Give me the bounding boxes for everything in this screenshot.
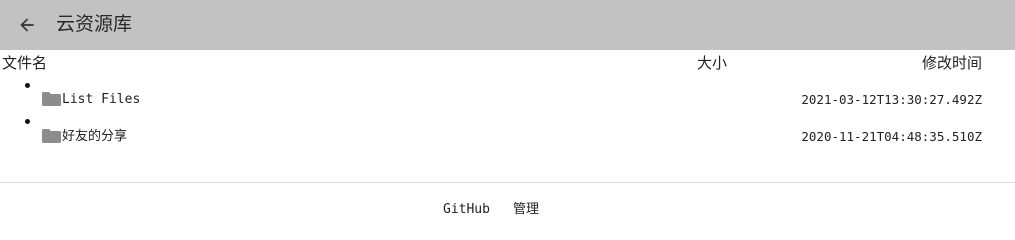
admin-link[interactable]: 管理: [513, 201, 539, 219]
column-header-name[interactable]: 文件名: [2, 52, 47, 73]
file-modified-time: 2020-11-21T04:48:35.510Z: [801, 129, 982, 144]
list-item[interactable]: List Files 2021-03-12T13:30:27.492Z: [42, 91, 992, 109]
page-title: 云资源库: [56, 13, 133, 35]
column-header-modified[interactable]: 修改时间: [922, 52, 982, 73]
github-link[interactable]: GitHub: [443, 201, 490, 219]
arrow-left-icon: [20, 18, 34, 32]
footer-divider: [0, 182, 1015, 183]
column-header-size[interactable]: 大小: [697, 52, 727, 73]
file-name[interactable]: List Files: [62, 91, 140, 109]
back-button[interactable]: [14, 12, 40, 38]
file-modified-time: 2021-03-12T13:30:27.492Z: [801, 92, 982, 107]
list-bullet: [25, 83, 30, 88]
folder-icon: [42, 129, 61, 143]
folder-icon: [42, 92, 61, 106]
file-name[interactable]: 好友的分享: [62, 128, 127, 146]
top-app-bar: 云资源库: [0, 0, 1015, 50]
table-header: 文件名 大小 修改时间: [0, 52, 1015, 74]
footer: GitHub 管理: [0, 201, 1015, 221]
list-item[interactable]: 好友的分享 2020-11-21T04:48:35.510Z: [42, 128, 992, 146]
list-bullet: [25, 119, 30, 124]
